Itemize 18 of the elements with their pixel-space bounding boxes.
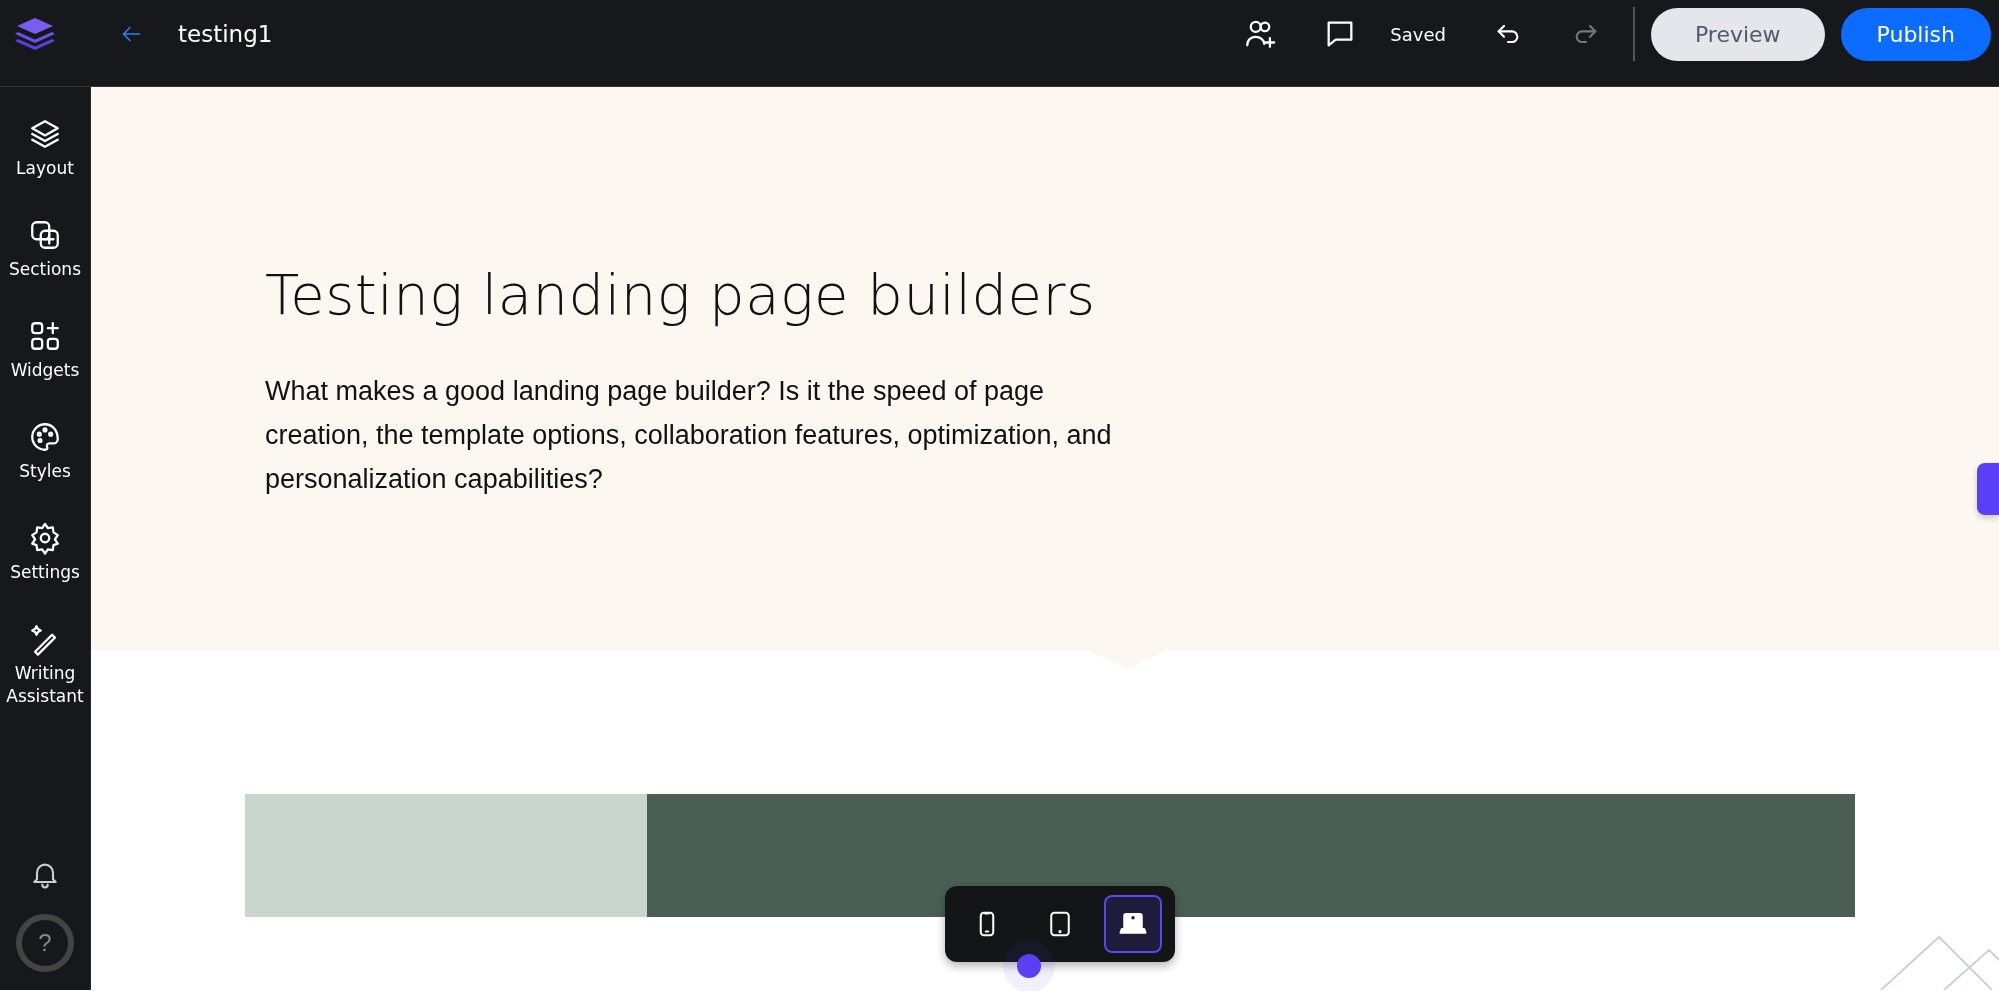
page-title: testing1 [178,21,273,47]
help-button[interactable]: ? [16,914,74,972]
sidebar-item[interactable]: Widgets [0,318,90,382]
hero-paragraph: What makes a good landing page builder? Is it the speed of page creation, the template options, collaboration features, optimization, and personalization capabilities? [265,375,1113,496]
device-button[interactable] [1103,895,1162,953]
hero-heading: Testing landing page builders [265,262,1097,327]
sidebar-item[interactable]: Sections [0,217,90,281]
side-tab[interactable] [1977,463,1999,515]
sidebar-item[interactable]: Settings [0,520,90,584]
publish-button[interactable]: Publish [1840,7,1991,61]
preview-button[interactable]: Preview [1650,7,1825,61]
sidebar-item[interactable]: Styles [0,419,90,483]
sidebar-item[interactable]: Writing Assistant [0,621,90,708]
sidebar-item[interactable]: Layout [0,117,90,180]
settings-icon [28,520,62,555]
layers-icon [28,117,62,151]
drag-handle[interactable] [1017,954,1041,978]
save-status: Saved [1390,23,1446,45]
